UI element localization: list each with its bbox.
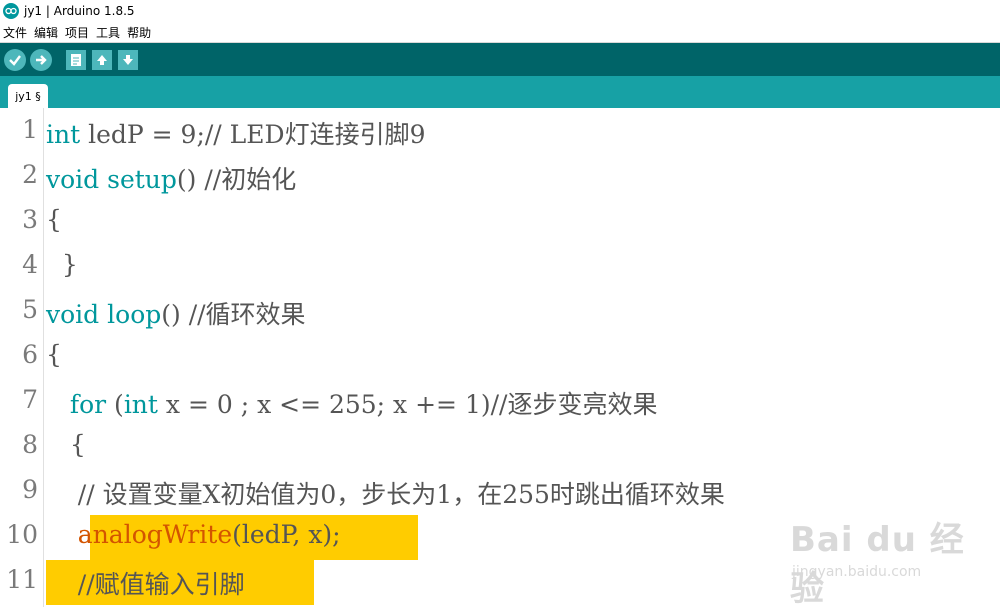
save-icon — [123, 54, 133, 65]
tab-bar: jy1 § — [0, 76, 1000, 108]
code-text: analogWrite(ledP, x); — [46, 520, 341, 549]
code-line[interactable]: 7 for (int x = 0 ; x <= 255; x += 1)//逐步… — [0, 378, 1000, 423]
code-token: int — [123, 390, 158, 419]
save-button[interactable] — [118, 49, 138, 70]
window-title: jy1 | Arduino 1.8.5 — [24, 4, 135, 18]
code-line[interactable]: 8 { — [0, 423, 1000, 468]
code-token: () //初始化 — [176, 165, 297, 194]
line-number: 5 — [22, 295, 38, 324]
open-button[interactable] — [92, 49, 112, 70]
code-token: { — [46, 340, 62, 369]
menu-file[interactable]: 文件 — [3, 24, 27, 41]
code-token: ledP = 9;// LED灯连接引脚9 — [80, 120, 426, 149]
title-bar: jy1 | Arduino 1.8.5 — [0, 0, 1000, 22]
code-token: int — [46, 120, 81, 149]
menu-bar: 文件 编辑 项目 工具 帮助 — [0, 22, 1000, 43]
code-text: } — [46, 250, 78, 279]
line-number: 2 — [22, 160, 38, 189]
code-line[interactable]: 4 } — [0, 243, 1000, 288]
code-text: { — [46, 340, 62, 369]
menu-sketch[interactable]: 项目 — [65, 24, 89, 41]
baidu-watermark: Bai du 经验 jingyan.baidu.com — [790, 500, 980, 609]
upload-icon — [36, 54, 47, 65]
code-token: { — [46, 205, 62, 234]
code-token: ( — [106, 390, 124, 419]
code-token: } — [46, 250, 78, 279]
menu-tools[interactable]: 工具 — [96, 24, 120, 41]
line-number: 7 — [22, 385, 38, 414]
code-token: () //循环效果 — [161, 300, 306, 329]
upload-button[interactable] — [30, 48, 52, 71]
open-icon — [97, 54, 107, 65]
code-token: loop — [107, 300, 162, 329]
line-number: 3 — [22, 205, 38, 234]
code-text: void loop() //循环效果 — [46, 295, 306, 331]
new-button[interactable] — [66, 49, 86, 70]
code-token: void — [46, 165, 100, 194]
menu-help[interactable]: 帮助 — [127, 24, 151, 41]
code-line[interactable]: 2 void setup() //初始化 — [0, 153, 1000, 198]
tab-jy1[interactable]: jy1 § — [8, 84, 48, 108]
line-number: 4 — [22, 250, 38, 279]
verify-icon — [9, 54, 21, 66]
code-line[interactable]: 6{ — [0, 333, 1000, 378]
code-token: //赋值输入引脚 — [46, 570, 245, 599]
code-token: analogWrite — [77, 520, 233, 549]
code-text: // 设置变量X初始值为0，步长为1，在255时跳出循环效果 — [46, 475, 725, 511]
watermark-brand: Bai du 经验 — [790, 520, 965, 609]
code-token: setup — [107, 165, 177, 194]
code-line[interactable]: 5 void loop() //循环效果 — [0, 288, 1000, 333]
code-line[interactable]: 3{ — [0, 198, 1000, 243]
verify-button[interactable] — [4, 48, 26, 71]
code-token: for — [69, 390, 107, 419]
code-token: void — [46, 300, 100, 329]
code-token: (ledP, x); — [232, 520, 341, 549]
code-token: { — [46, 430, 86, 459]
code-token: x = 0 ; x <= 255; x += 1)//逐步变亮效果 — [157, 390, 658, 419]
code-text: for (int x = 0 ; x <= 255; x += 1)//逐步变亮… — [46, 385, 658, 421]
tab-label: jy1 § — [15, 89, 41, 103]
code-text: int ledP = 9;// LED灯连接引脚9 — [46, 115, 425, 151]
code-text: { — [46, 430, 86, 459]
new-icon — [71, 53, 81, 66]
watermark-url: jingyan.baidu.com — [792, 564, 922, 580]
toolbar — [0, 43, 1000, 76]
code-line[interactable]: 1 int ledP = 9;// LED灯连接引脚9 — [0, 108, 1000, 153]
code-text: void setup() //初始化 — [46, 160, 296, 196]
line-number: 6 — [22, 340, 38, 369]
code-text: { — [46, 205, 62, 234]
menu-edit[interactable]: 编辑 — [34, 24, 58, 41]
code-token: // 设置变量X初始值为0，步长为1，在255时跳出循环效果 — [46, 480, 725, 509]
line-number: 1 — [22, 115, 38, 144]
line-number: 11 — [6, 565, 38, 594]
arduino-logo-icon — [3, 3, 19, 19]
line-number: 8 — [22, 430, 38, 459]
line-number: 10 — [6, 520, 38, 549]
code-text: //赋值输入引脚 — [46, 565, 245, 601]
line-number: 9 — [22, 475, 38, 504]
